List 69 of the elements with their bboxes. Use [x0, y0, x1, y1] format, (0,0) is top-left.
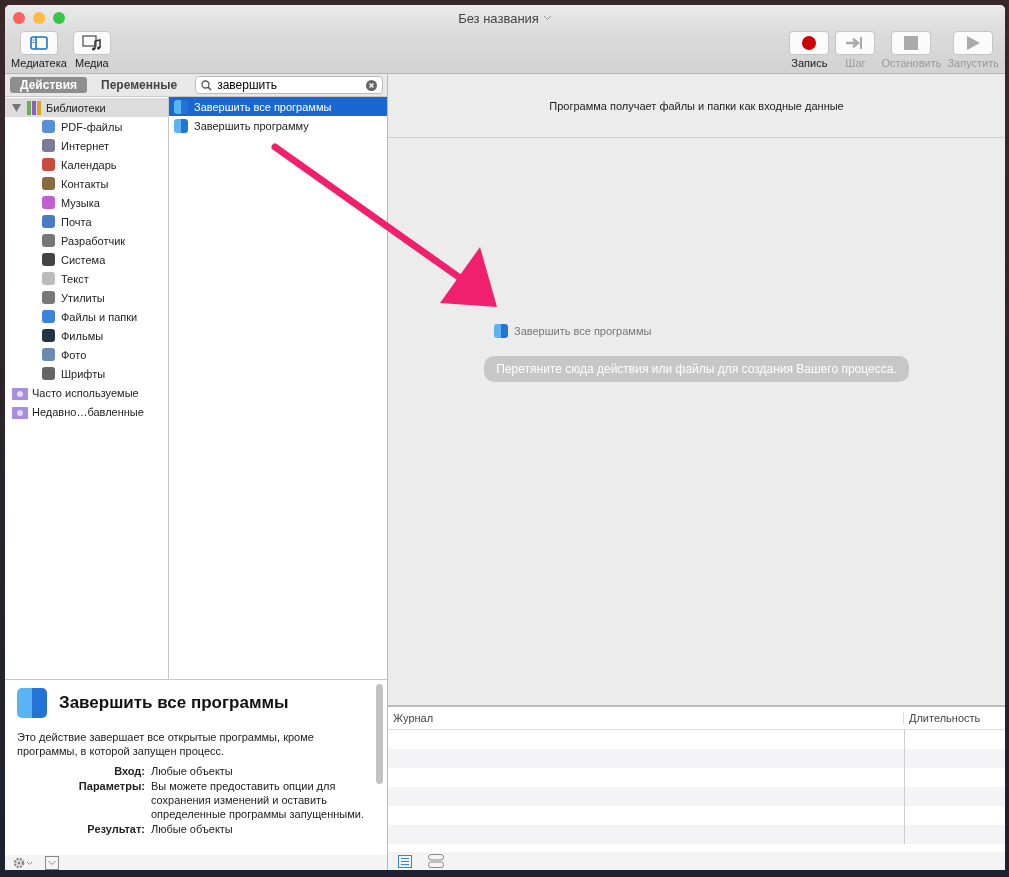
action-item[interactable]: Завершить программу	[169, 116, 387, 135]
category-icon	[42, 215, 55, 228]
column-header[interactable]: Длительность	[903, 712, 1005, 724]
dragged-action[interactable]: Завершить все программы	[494, 324, 652, 338]
record-icon	[801, 35, 818, 51]
category-icon	[42, 120, 55, 133]
library-item[interactable]: Недавно…бавленные	[5, 402, 168, 421]
search-icon	[201, 79, 213, 91]
library-item[interactable]: Музыка	[5, 193, 168, 212]
category-icon	[42, 272, 55, 285]
library-item[interactable]: Шрифты	[5, 364, 168, 383]
toolbar-button[interactable]: Медиатека	[11, 31, 67, 73]
category-icon	[42, 310, 55, 323]
disclosure-triangle-icon[interactable]	[12, 103, 21, 112]
category-icon	[42, 177, 55, 190]
library-item[interactable]: Интернет	[5, 136, 168, 155]
description-text: Это действие завершает все открытые программы, кроме программы, в которой запущен процесс.	[17, 730, 315, 758]
field-value: Вы можете предоставить опции для сохранения изменений и оставить определенные программы запущенными.	[151, 779, 365, 821]
library-item[interactable]: Фильмы	[5, 326, 168, 345]
library-item[interactable]: Разработчик	[5, 231, 168, 250]
sidebar-icon	[29, 36, 48, 50]
category-icon	[42, 196, 55, 209]
library-item[interactable]: Система	[5, 250, 168, 269]
category-icon	[42, 158, 55, 171]
category-icon	[42, 348, 55, 361]
folder-icon	[12, 404, 28, 419]
library-item[interactable]: Часто используемые	[5, 383, 168, 402]
gear-menu-icon[interactable]	[13, 856, 35, 869]
category-icon	[42, 329, 55, 342]
library-item[interactable]: Фото	[5, 345, 168, 364]
stop-icon	[904, 36, 919, 50]
chevron-icon[interactable]	[542, 15, 552, 21]
description-title: Завершить все программы	[59, 693, 289, 713]
field-label: Параметры:	[77, 779, 145, 794]
category-icon	[42, 234, 55, 247]
split-view-icon[interactable]	[428, 854, 444, 868]
zoom-button[interactable]	[53, 12, 65, 24]
collapse-icon[interactable]	[45, 855, 59, 870]
search-field[interactable]: завершить	[195, 76, 383, 94]
library-item[interactable]: Файлы и папки	[5, 307, 168, 326]
category-icon	[42, 139, 55, 152]
library-item[interactable]: Утилиты	[5, 288, 168, 307]
category-icon	[42, 367, 55, 380]
scrollbar[interactable]	[376, 684, 383, 784]
list-view-icon[interactable]	[398, 854, 412, 868]
clear-icon[interactable]	[366, 79, 377, 91]
window-title[interactable]: Без названия	[458, 10, 552, 26]
books-icon	[26, 99, 42, 116]
library-item[interactable]: Календарь	[5, 155, 168, 174]
library-item[interactable]: Текст	[5, 269, 168, 288]
field-value: Любые объекты	[151, 822, 234, 836]
play-icon	[966, 36, 981, 50]
media-icon	[81, 35, 102, 51]
field-label: Вход:	[113, 764, 145, 778]
drop-hint: Перетяните сюда действия или файлы для создания Вашего процесса.	[484, 356, 909, 382]
close-button[interactable]	[13, 12, 25, 24]
folder-icon	[12, 385, 28, 400]
category-icon	[42, 291, 55, 304]
library-item[interactable]: PDF-файлы	[5, 117, 168, 136]
field-value: Любые объекты	[151, 764, 234, 778]
tab[interactable]: Переменные	[91, 77, 188, 93]
category-icon	[42, 253, 55, 266]
action-item[interactable]: Завершить все программы	[169, 97, 387, 116]
workflow-header: Программа получает файлы и папки как входные данные	[549, 99, 844, 112]
column-header[interactable]: Журнал	[388, 712, 903, 724]
library-item[interactable]: Библиотеки	[5, 98, 168, 117]
library-item[interactable]: Контакты	[5, 174, 168, 193]
library-item[interactable]: Почта	[5, 212, 168, 231]
field-label: Результат:	[86, 822, 145, 836]
